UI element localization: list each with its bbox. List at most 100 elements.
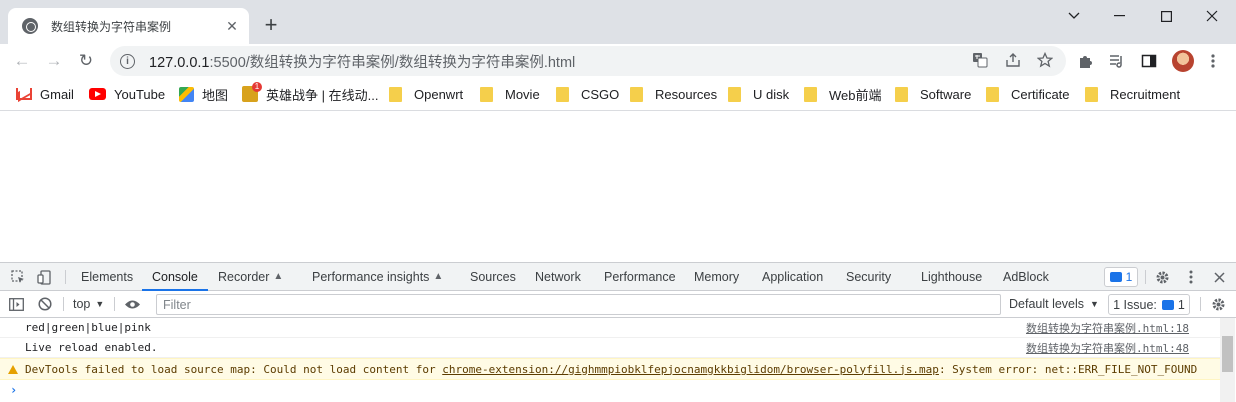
bookmark-gmail[interactable]: Gmail [16,85,74,103]
source-link[interactable]: 数组转换为字符串案例.html:18 [1026,320,1189,336]
maximize-button[interactable] [1143,0,1189,32]
maps-icon [179,86,194,102]
more-options-icon[interactable] [1182,268,1200,286]
bookmark-folder-recruitment[interactable]: Recruitment [1085,85,1180,103]
bookmark-label: Resources [655,86,718,102]
bookmark-label: Movie [505,86,540,102]
bookmark-label: Openwrt [414,86,464,102]
minimize-button[interactable] [1097,0,1143,32]
tab-application[interactable]: Application [762,263,823,290]
tab-recorder[interactable]: Recorder ▲ [218,263,283,290]
scrollbar-thumb[interactable] [1222,336,1233,372]
profile-avatar[interactable] [1172,50,1194,72]
bookmark-folder-csgo[interactable]: CSGO [556,85,619,103]
warning-prefix: DevTools failed to load source map: Coul… [25,362,443,376]
bookmark-folder-udisk[interactable]: U disk [728,85,789,103]
close-window-button[interactable] [1189,0,1235,32]
star-icon[interactable] [1036,51,1054,69]
page-viewport [0,112,1236,262]
share-icon[interactable] [1004,51,1022,69]
folder-icon [986,86,999,102]
more-menu-icon[interactable] [1204,52,1222,70]
tab-performance-insights[interactable]: Performance insights ▲ [312,263,443,290]
divider [1145,270,1146,284]
console-prompt-line[interactable]: › [0,380,1220,400]
reload-button[interactable]: ↻ [72,47,100,75]
console-log-line: red|green|blue|pink 数组转换为字符串案例.html:18 [0,318,1220,338]
eye-icon[interactable] [123,295,141,313]
issues-label-count: 1 [1177,297,1185,312]
prompt-chevron-icon: › [10,383,18,397]
console-filter-input[interactable]: Filter [156,294,1001,315]
tab-strip: 数组转换为字符串案例 ✕ + [0,0,1236,44]
bookmarks-bar: Gmail YouTube 地图 英雄战争 | 在线动... Openwrt M… [0,78,1236,111]
forward-button[interactable]: → [40,47,68,75]
bookmark-youtube[interactable]: YouTube [89,85,165,103]
tab-close-icon[interactable]: ✕ [223,17,241,35]
divider [65,270,66,284]
sidebar-toggle-icon[interactable] [7,295,25,313]
tab-console[interactable]: Console [142,263,208,291]
console-log-line: Live reload enabled. 数组转换为字符串案例.html:48 [0,338,1220,358]
context-selector[interactable]: top ▼ [73,297,104,311]
gear-icon[interactable] [1153,268,1171,286]
tab-adblock[interactable]: AdBlock [1003,263,1049,290]
url-path: :5500/数组转换为字符串案例/数组转换为字符串案例.html [209,54,576,71]
bookmark-folder-web[interactable]: Web前端 [804,85,882,103]
gmail-icon [16,88,32,100]
game-icon [242,82,262,102]
close-devtools-icon[interactable] [1210,268,1228,286]
folder-icon [556,86,569,102]
log-levels-dropdown[interactable]: Default levels ▼ [1009,297,1099,311]
tab-sources[interactable]: Sources [470,263,516,290]
bookmark-folder-movie[interactable]: Movie [480,85,540,103]
message-icon [1109,272,1122,282]
side-panel-icon[interactable] [1140,52,1158,70]
inspect-element-icon[interactable] [9,268,27,286]
folder-icon [480,86,493,102]
extensions-icon[interactable] [1076,52,1094,70]
bookmark-label: CSGO [581,86,620,102]
clear-console-icon[interactable] [36,295,54,313]
warning-icon [8,364,18,374]
bookmark-label: Gmail [40,86,74,102]
bookmark-maps[interactable]: 地图 [179,85,228,103]
tab-memory[interactable]: Memory [694,263,739,290]
divider [114,297,115,311]
bookmark-label: Web前端 [829,87,882,103]
console-settings-icon[interactable] [1209,295,1227,313]
issues-count: 1 [1125,270,1133,284]
info-icon[interactable]: i [120,53,135,69]
chevron-down-icon[interactable] [1051,0,1097,32]
device-toolbar-icon[interactable] [35,268,53,286]
divider [1200,297,1201,311]
console-output: red|green|blue|pink 数组转换为字符串案例.html:18 L… [0,318,1220,402]
tab-network[interactable]: Network [535,263,581,290]
tab-lighthouse[interactable]: Lighthouse [921,263,982,290]
issues-badge[interactable]: 1 [1104,267,1138,287]
bookmark-folder-openwrt[interactable]: Openwrt [389,85,463,103]
console-message: Live reload enabled. [25,341,158,354]
browser-tab[interactable]: 数组转换为字符串案例 ✕ [8,8,249,44]
dropdown-arrow-icon: ▼ [95,299,105,309]
translate-icon[interactable] [971,51,989,69]
tab-recorder-label: Recorder [218,269,270,284]
source-link[interactable]: 数组转换为字符串案例.html:48 [1026,340,1189,356]
new-tab-button[interactable]: + [258,12,284,38]
issues-button[interactable]: 1 Issue: 1 [1108,294,1190,315]
bookmark-folder-certificate[interactable]: Certificate [986,85,1070,103]
bookmark-folder-software[interactable]: Software [895,85,971,103]
bookmark-label: 英雄战争 | 在线动... [266,87,379,103]
bookmark-folder-resources[interactable]: Resources [630,85,717,103]
bookmark-label: 地图 [202,87,229,103]
bookmark-game[interactable]: 英雄战争 | 在线动... [242,82,379,103]
youtube-icon [89,88,106,100]
address-bar[interactable]: i 127.0.0.1:5500/数组转换为字符串案例/数组转换为字符串案例.h… [110,46,1066,76]
tab-elements[interactable]: Elements [81,263,133,290]
folder-icon [389,86,402,102]
tab-security[interactable]: Security [846,263,891,290]
back-button[interactable]: ← [8,47,36,75]
source-map-link[interactable]: chrome-extension://gighmmpiobklfepjocnam… [442,363,939,376]
reading-list-icon[interactable] [1108,52,1126,70]
tab-performance[interactable]: Performance [604,263,676,290]
